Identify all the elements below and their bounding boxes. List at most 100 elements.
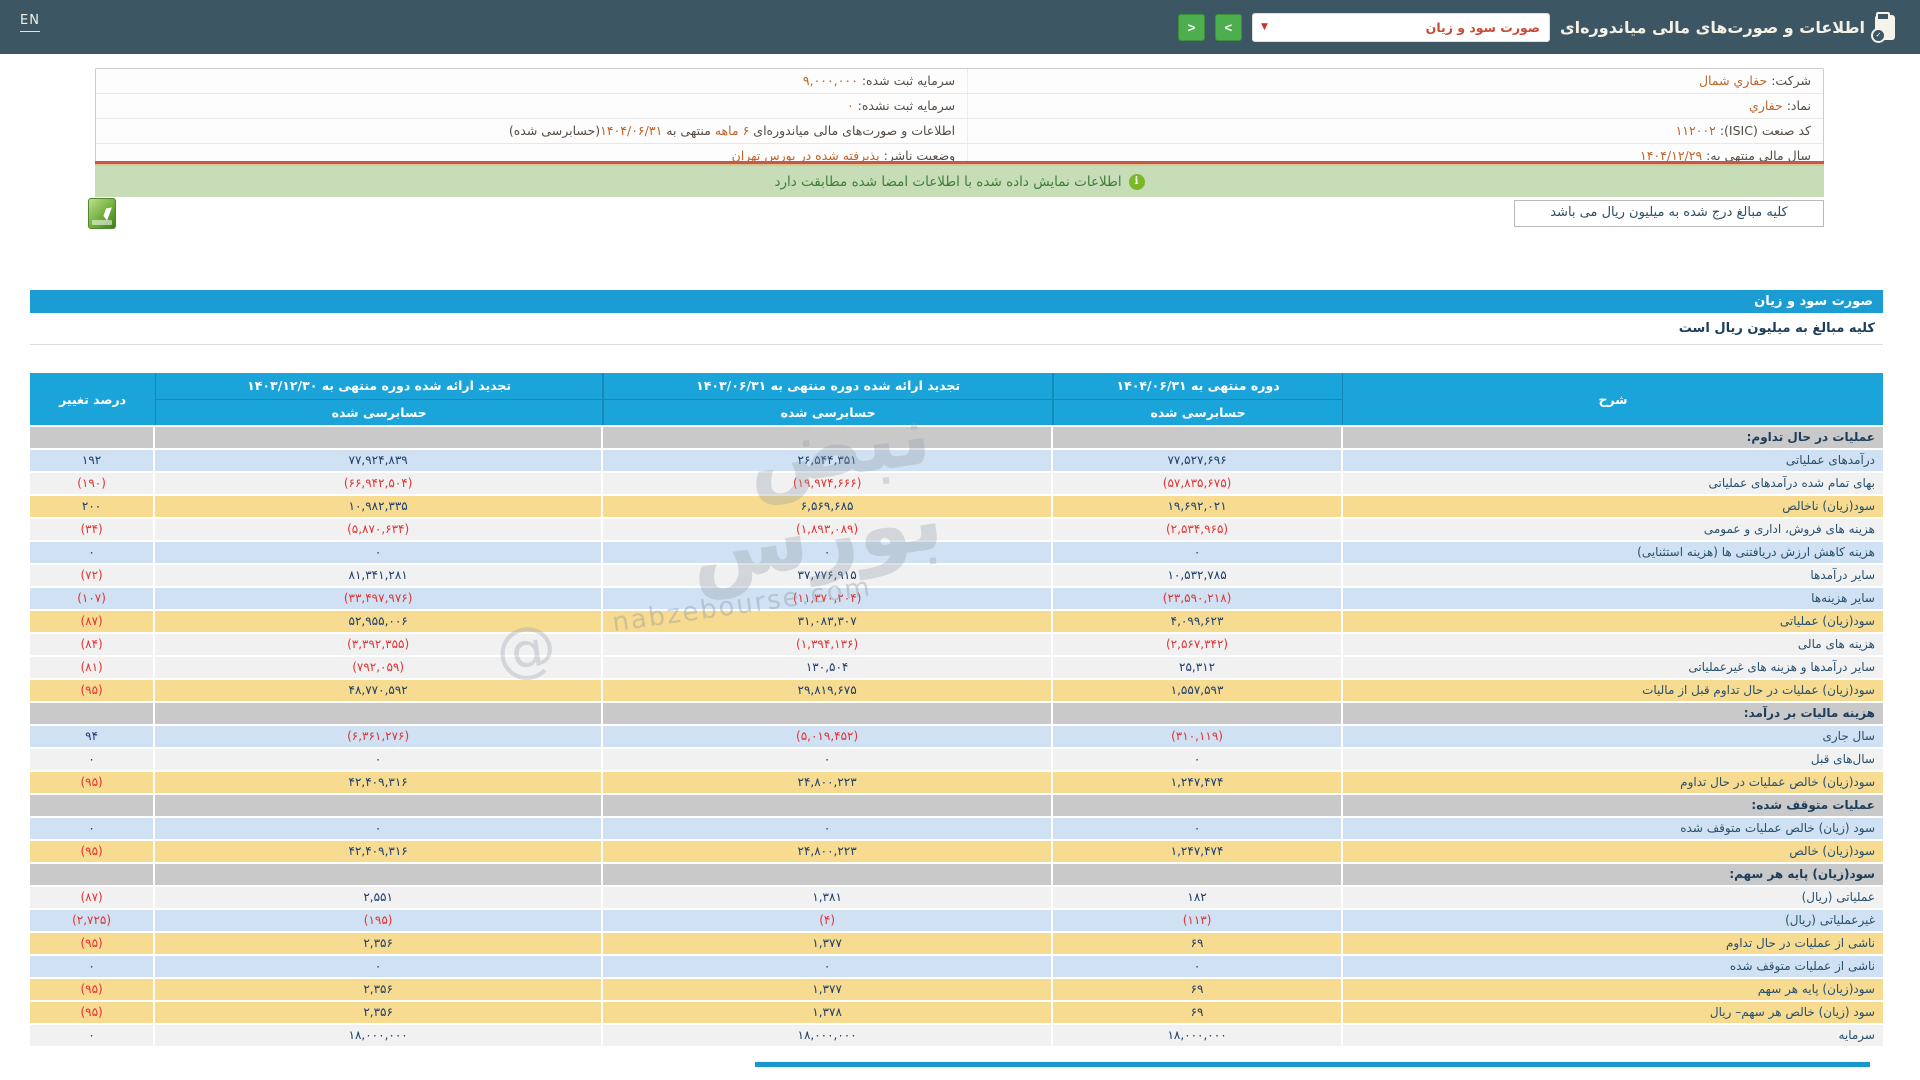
cell-value bbox=[30, 864, 156, 885]
table-row: هزینه کاهش ارزش دریافتنی ها (هزینه استثن… bbox=[30, 542, 1883, 563]
cell-value bbox=[1053, 427, 1344, 448]
cell-value: (۸۷) bbox=[30, 611, 156, 632]
table-bottom-bar bbox=[755, 1062, 1870, 1067]
cell-value: ۶۹ bbox=[1053, 979, 1344, 1000]
signature-match-banner: i اطلاعات نمایش داده شده با اطلاعات امضا… bbox=[95, 166, 1824, 197]
row-label: سرمایه bbox=[1343, 1025, 1883, 1046]
cell-value bbox=[155, 864, 604, 885]
header-change-percent: درصد تغییر bbox=[30, 373, 156, 425]
company-info-row: شرکت: حفاري شمال سرمایه ثبت شده: ۹,۰۰۰,۰۰… bbox=[96, 69, 1823, 93]
table-row: سایر درآمدها و هزینه های غیرعملیاتی ۲۵,۳۱… bbox=[30, 657, 1883, 678]
cell-value: ۲۹,۸۱۹,۶۷۵ bbox=[603, 680, 1054, 701]
row-label: غیرعملیاتی (ریال) bbox=[1343, 910, 1883, 931]
row-label: سود(زیان) پایه هر سهم bbox=[1343, 979, 1883, 1000]
cell-value: ۱۹,۶۹۲,۰۲۱ bbox=[1053, 496, 1344, 517]
page: EN ✓ اطلاعات و صورت‌های مالی میاندوره‌ای… bbox=[0, 0, 1920, 1080]
table-row: سود(زیان) عملیاتی ۴,۰۹۹,۶۲۳ ۳۱,۰۸۳,۳۰۷ ۵۲,۹… bbox=[30, 611, 1883, 632]
cell-value bbox=[603, 864, 1054, 885]
cell-value: ۰ bbox=[30, 956, 156, 977]
cell-value: ۱,۳۷۷ bbox=[603, 979, 1054, 1000]
cell-value: (۱۱۳) bbox=[1053, 910, 1344, 931]
cell-value: ۳۷,۷۷۶,۹۱۵ bbox=[603, 565, 1054, 586]
row-label: سال جاری bbox=[1343, 726, 1883, 747]
company-info-cell-left: سرمایه ثبت نشده: ۰ bbox=[96, 94, 969, 118]
table-row: هزینه های مالی (۲,۵۶۷,۳۴۲) (۱,۳۹۴,۱۳۶) (۳,۳… bbox=[30, 634, 1883, 655]
row-label: سایر درآمدها bbox=[1343, 565, 1883, 586]
cell-value: (۲۳,۵۹۰,۲۱۸) bbox=[1053, 588, 1344, 609]
cell-value bbox=[30, 703, 156, 724]
cell-value: ۳۱,۰۸۳,۳۰۷ bbox=[603, 611, 1054, 632]
table-row: سرمایه ۱۸,۰۰۰,۰۰۰ ۱۸,۰۰۰,۰۰۰ ۱۸,۰۰۰,۰۰۰ ۰ bbox=[30, 1025, 1883, 1046]
cell-value: ۹۴ bbox=[30, 726, 156, 747]
cell-value: ۲۵,۳۱۲ bbox=[1053, 657, 1344, 678]
company-info-cell-left: سرمایه ثبت شده: ۹,۰۰۰,۰۰۰ bbox=[96, 69, 969, 93]
language-toggle-en[interactable]: EN bbox=[20, 13, 40, 32]
cell-value bbox=[603, 427, 1054, 448]
table-row: سایر هزینه‌ها (۲۳,۵۹۰,۲۱۸) (۱۱,۳۷۰,۲۰۴) (۳۳… bbox=[30, 588, 1883, 609]
table-row: ناشی از عملیات در حال تداوم ۶۹ ۱,۳۷۷ ۲,۳۵۶(… bbox=[30, 933, 1883, 954]
statement-section-title: صورت سود و زیان bbox=[30, 290, 1883, 313]
header-current-period-title: دوره منتهی به ۱۴۰۴/۰۶/۳۱ bbox=[1054, 373, 1343, 400]
cell-value: (۹۵) bbox=[30, 841, 156, 862]
info-label: منتهی به bbox=[662, 123, 715, 138]
row-label: سود (زیان) خالص هر سهم– ریال bbox=[1343, 1002, 1883, 1023]
cell-value: ۰ bbox=[1053, 818, 1344, 839]
header-current-period-audit: حسابرسی شده bbox=[1150, 404, 1246, 420]
row-label: عملیاتی (ریال) bbox=[1343, 887, 1883, 908]
table-row: ناشی از عملیات متوقف شده ۰ ۰ ۰ ۰ bbox=[30, 956, 1883, 977]
top-bar-controls: ✓ اطلاعات و صورت‌های مالی میاندوره‌ای صو… bbox=[1177, 0, 1895, 54]
header-prior-year-period: تجدید ارائه شده دوره منتهی به ۱۴۰۳/۱۲/۳۰… bbox=[155, 373, 604, 425]
cell-value: ۷۷,۵۲۷,۶۹۶ bbox=[1053, 450, 1344, 471]
page-title: اطلاعات و صورت‌های مالی میاندوره‌ای bbox=[1559, 17, 1865, 37]
cell-value: ۰ bbox=[1053, 749, 1344, 770]
cell-value: (۱۹۵) bbox=[155, 910, 604, 931]
cell-value: (۹۵) bbox=[30, 933, 156, 954]
cell-value: ۱,۳۸۱ bbox=[603, 887, 1054, 908]
cell-value: ۲,۳۵۶ bbox=[155, 933, 604, 954]
cell-value: ۲۰۰ bbox=[30, 496, 156, 517]
cell-value: ۲,۵۵۱ bbox=[155, 887, 604, 908]
cell-value: (۹۵) bbox=[30, 1002, 156, 1023]
cell-value: ۱۸,۰۰۰,۰۰۰ bbox=[1053, 1025, 1344, 1046]
cell-value: (۷۲) bbox=[30, 565, 156, 586]
cell-value: (۹۵) bbox=[30, 772, 156, 793]
cell-value: (۱۹۰) bbox=[30, 473, 156, 494]
cell-value: ۶۹ bbox=[1053, 1002, 1344, 1023]
header-desc: شرح bbox=[1343, 373, 1883, 425]
cell-value: (۷۹۲,۰۵۹) bbox=[155, 657, 604, 678]
cell-value: (۶۶,۹۴۲,۵۰۴) bbox=[155, 473, 604, 494]
cell-value: ۴,۰۹۹,۶۲۳ bbox=[1053, 611, 1344, 632]
excel-export-icon[interactable] bbox=[88, 198, 116, 229]
statement-table-header: شرح دوره منتهی به ۱۴۰۴/۰۶/۳۱ حسابرسی شده… bbox=[30, 373, 1883, 425]
cell-value: ۰ bbox=[30, 818, 156, 839]
cell-value bbox=[603, 703, 1054, 724]
cell-value: (۳,۳۹۲,۳۵۵) bbox=[155, 634, 604, 655]
units-note-box: کلیه مبالغ درج شده به میلیون ریال می باش… bbox=[1514, 200, 1824, 227]
cell-value: ۲۴,۸۰۰,۲۲۳ bbox=[603, 841, 1054, 862]
cell-value: ۸۱,۳۴۱,۲۸۱ bbox=[155, 565, 604, 586]
table-row: غیرعملیاتی (ریال) (۱۱۳) (۴) (۱۹۵) (۲,۷۲۵) bbox=[30, 910, 1883, 931]
header-prior-year-title: تجدید ارائه شده دوره منتهی به ۱۴۰۳/۱۲/۳۰ bbox=[156, 373, 603, 400]
table-row: سال جاری (۳۱۰,۱۱۹) (۵,۰۱۹,۴۵۲) (۶,۳۶۱,۲۷۶) ۹… bbox=[30, 726, 1883, 747]
cell-value: (۵,۰۱۹,۴۵۲) bbox=[603, 726, 1054, 747]
info-value: ۱۱۲۰۰۲ bbox=[1675, 123, 1716, 138]
header-prior-year-audit: حسابرسی شده bbox=[331, 404, 427, 420]
statement-type-select[interactable]: صورت سود و زیان ▼ bbox=[1251, 12, 1550, 42]
company-info-table: شرکت: حفاري شمال سرمایه ثبت شده: ۹,۰۰۰,۰۰… bbox=[95, 68, 1824, 169]
previous-statement-button[interactable]: < bbox=[1177, 13, 1205, 41]
info-value: ۰ bbox=[846, 98, 854, 113]
info-label: شرکت: bbox=[1767, 73, 1811, 88]
company-info-cell-left: اطلاعات و صورت‌های مالی میاندوره‌ای ۶ ما… bbox=[96, 119, 969, 143]
table-row: هزینه های فروش، اداری و عمومی (۲,۵۳۴,۹۶۵)… bbox=[30, 519, 1883, 540]
cell-value: (۱,۳۹۴,۱۳۶) bbox=[603, 634, 1054, 655]
cell-value bbox=[1053, 703, 1344, 724]
cell-value: ۱۳۰,۵۰۴ bbox=[603, 657, 1054, 678]
info-label: سرمایه ثبت نشده: bbox=[853, 98, 956, 113]
cell-value bbox=[155, 795, 604, 816]
next-statement-button[interactable]: > bbox=[1214, 13, 1242, 41]
row-label: سایر درآمدها و هزینه های غیرعملیاتی bbox=[1343, 657, 1883, 678]
cell-value: ۴۸,۷۷۰,۵۹۲ bbox=[155, 680, 604, 701]
info-label: اطلاعات و صورت‌های مالی میاندوره‌ای bbox=[749, 123, 956, 138]
cell-value: ۱۹۲ bbox=[30, 450, 156, 471]
table-row: درآمدهای عملیاتی ۷۷,۵۲۷,۶۹۶ ۲۶,۵۴۴,۳۵۱ ۷۷,۹… bbox=[30, 450, 1883, 471]
